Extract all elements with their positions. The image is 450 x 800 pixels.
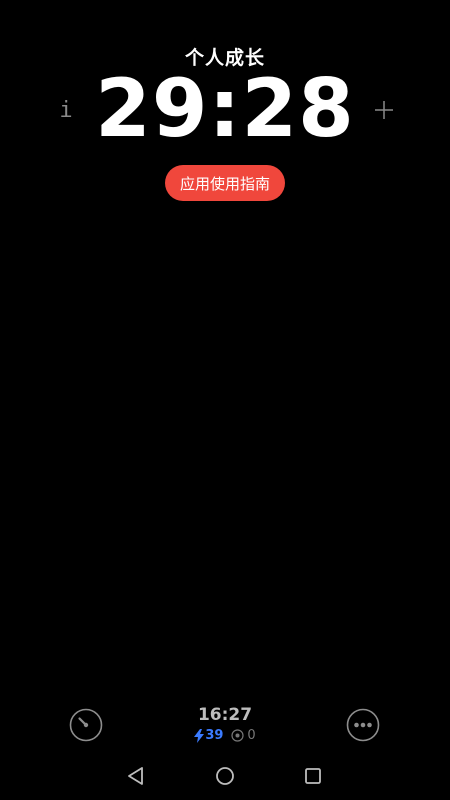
energy-value: 39	[205, 728, 224, 743]
app-guide-button[interactable]: 应用使用指南	[165, 165, 285, 201]
more-icon	[346, 708, 380, 742]
add-button[interactable]	[366, 92, 402, 128]
nav-back-button[interactable]	[126, 766, 146, 786]
more-button[interactable]	[346, 708, 380, 742]
coin-indicator: 0	[231, 728, 256, 743]
bottom-bar: 16:27 39 0	[0, 700, 450, 750]
system-nav-bar	[0, 752, 450, 800]
info-button[interactable]: i	[48, 92, 84, 128]
nav-recent-button[interactable]	[303, 766, 323, 786]
status-row: 39 0	[0, 728, 450, 743]
current-time: 16:27	[197, 705, 253, 725]
lightning-icon	[194, 728, 205, 743]
coin-icon	[231, 729, 245, 742]
coin-value: 0	[247, 728, 256, 743]
nav-home-button[interactable]	[215, 766, 235, 786]
home-icon	[216, 767, 234, 785]
energy-indicator: 39	[194, 728, 223, 743]
plus-icon	[375, 101, 393, 119]
back-icon	[128, 767, 143, 785]
info-icon: i	[59, 97, 73, 123]
recent-apps-icon	[305, 768, 321, 784]
